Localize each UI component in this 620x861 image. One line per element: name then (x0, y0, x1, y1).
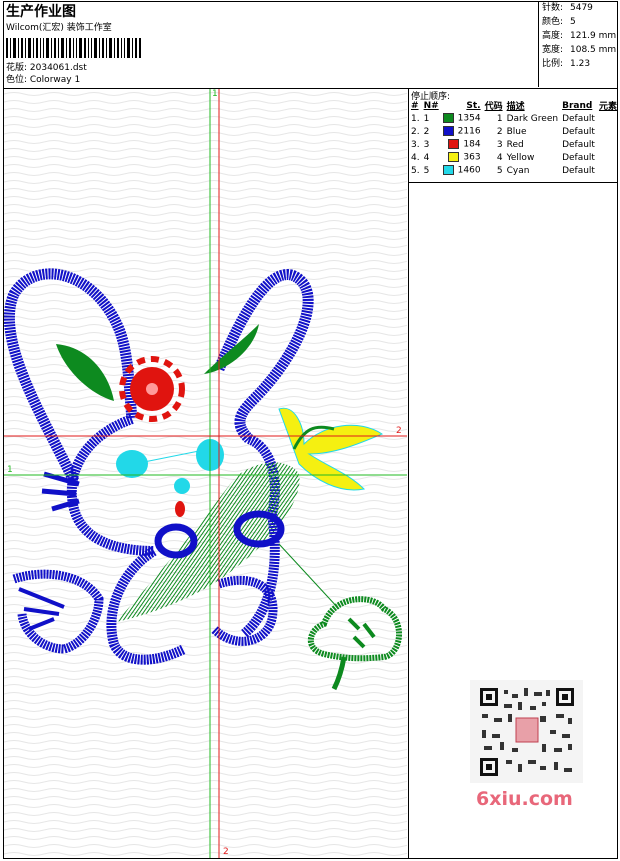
table-row: 3. 3 184 3 Red Default (411, 139, 595, 150)
axis-label-v-bottom: 2 (223, 847, 229, 857)
color-swatch (448, 152, 460, 163)
table-divider (408, 182, 618, 183)
qr-code (470, 680, 583, 783)
stat-stitches: 针数: 5479 (542, 3, 593, 13)
stop-sequence-table: # N# St. 代码 描述 Brand 元素 1. 1 1354 1 Dark Gre… (409, 99, 619, 177)
table-header: # N# St. 代码 描述 Brand 元素 (411, 100, 617, 113)
embroidery-preview: 1 2 1 2 (4, 89, 407, 858)
axis-label-h-right: 2 (396, 426, 402, 436)
table-row: 1. 1 1354 1 Dark Green Default (411, 113, 595, 124)
stat-height: 高度: 121.9 mm (542, 31, 617, 41)
axis-label-h-left: 1 (7, 465, 13, 475)
panel-divider (408, 88, 409, 858)
stats-panel: 针数: 5479 颜色: 5 高度: 121.9 mm 宽度: 108.5 mm 比例:… (538, 1, 619, 87)
header-info: 生产作业图 Wilcom(汇宏) 装饰工作室 花版: 2034061.dst 色… (6, 4, 536, 86)
axis-label-v-top: 1 (212, 89, 218, 99)
page-title: 生产作业图 (6, 4, 76, 20)
colorway: 色位: Colorway 1 (6, 75, 81, 85)
table-row: 5. 5 1460 5 Cyan Default (411, 165, 595, 176)
watermark-logo: 6xiu.com (476, 788, 573, 810)
color-swatch (442, 165, 454, 176)
stat-width: 宽度: 108.5 mm (542, 45, 617, 55)
color-swatch (442, 126, 454, 137)
barcode (6, 38, 141, 58)
rabbit-carrot-design (4, 89, 407, 858)
color-swatch (442, 113, 454, 124)
table-row: 2. 2 2116 2 Blue Default (411, 126, 595, 137)
stat-scale: 比例: 1.23 (542, 59, 591, 69)
color-swatch (448, 139, 460, 150)
company-name: Wilcom(汇宏) 装饰工作室 (6, 23, 112, 33)
stat-colors: 颜色: 5 (542, 17, 576, 27)
design-file: 花版: 2034061.dst (6, 63, 87, 73)
left-eye (116, 450, 148, 478)
table-row: 4. 4 363 4 Yellow Default (411, 152, 595, 163)
